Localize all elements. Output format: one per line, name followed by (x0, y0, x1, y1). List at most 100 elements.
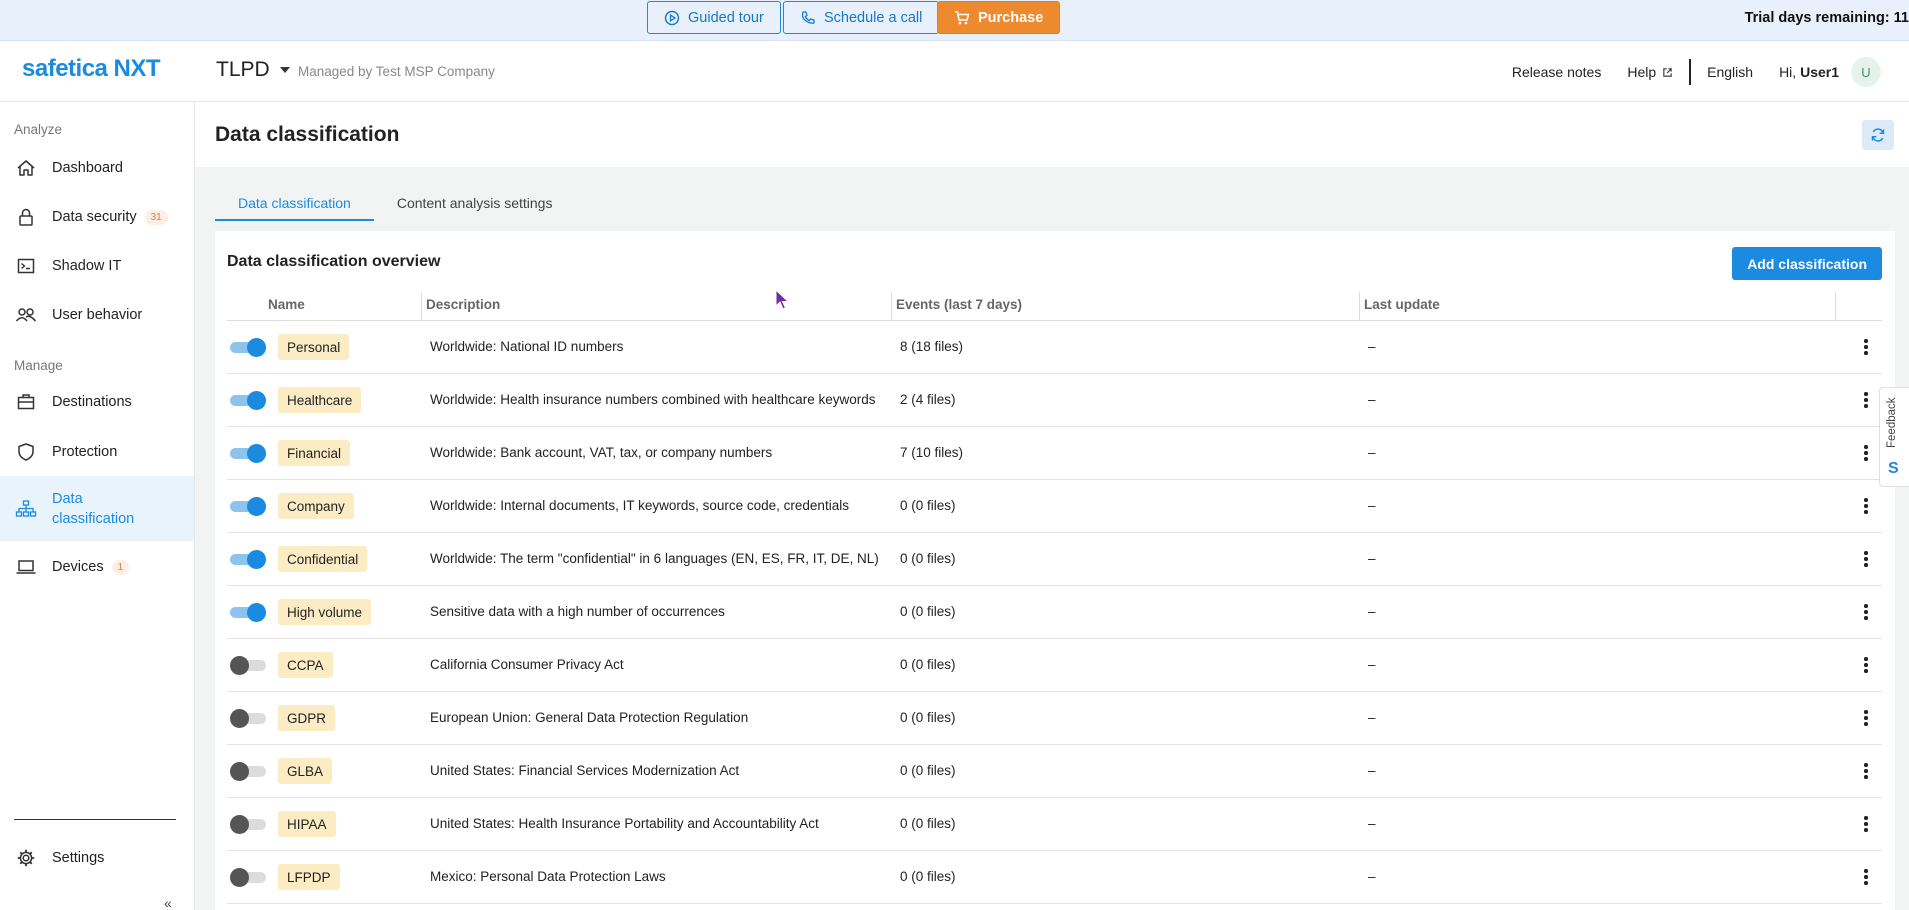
tenant-selector[interactable]: TLPD (216, 58, 290, 82)
column-header-description[interactable]: Description (426, 297, 500, 312)
terminal-icon (15, 255, 37, 277)
user-greeting[interactable]: Hi, User1 (1779, 64, 1839, 80)
guided-tour-button[interactable]: Guided tour (647, 1, 781, 34)
last-update-cell: – (1368, 445, 1376, 460)
avatar[interactable]: U (1851, 57, 1881, 87)
more-options-icon[interactable] (1856, 654, 1876, 676)
refresh-button[interactable] (1862, 120, 1894, 150)
table-row[interactable]: GDPR European Union: General Data Protect… (227, 692, 1882, 745)
column-header-last-update[interactable]: Last update (1364, 297, 1440, 312)
collapse-sidebar-icon[interactable]: « (164, 895, 172, 910)
column-divider[interactable] (1835, 292, 1836, 320)
table-row[interactable]: Healthcare Worldwide: Health insurance nu… (227, 374, 1882, 427)
sidebar-item-devices[interactable]: Devices 1 (0, 546, 194, 588)
enable-toggle[interactable] (230, 497, 266, 516)
toggle-knob (230, 815, 249, 834)
enable-toggle[interactable] (230, 444, 266, 463)
column-divider[interactable] (891, 292, 892, 320)
trial-days-remaining: Trial days remaining: 11 (1744, 10, 1909, 26)
classification-tag[interactable]: Personal (278, 334, 350, 360)
classification-tag[interactable]: Confidential (278, 546, 368, 572)
release-notes-link[interactable]: Release notes (1512, 64, 1602, 80)
more-options-icon[interactable] (1856, 601, 1876, 623)
classification-tag[interactable]: CCPA (278, 652, 333, 678)
classification-tag[interactable]: Company (278, 493, 354, 519)
enable-toggle[interactable] (230, 391, 266, 410)
classification-tag[interactable]: High volume (278, 599, 372, 625)
enable-toggle[interactable] (230, 656, 266, 675)
table-row[interactable]: HIPAA United States: Health Insurance Por… (227, 798, 1882, 851)
tab-content-analysis-settings[interactable]: Content analysis settings (374, 191, 576, 221)
table-row[interactable]: High volume Sensitive data with a high nu… (227, 586, 1882, 639)
sidebar-item-settings[interactable]: Settings (0, 837, 194, 879)
sidebar-item-destinations[interactable]: Destinations (0, 381, 194, 423)
enable-toggle[interactable] (230, 338, 266, 357)
classification-tag[interactable]: Financial (278, 440, 351, 466)
enable-toggle[interactable] (230, 868, 266, 887)
more-options-icon[interactable] (1856, 389, 1876, 411)
toggle-knob (247, 497, 266, 516)
more-options-icon[interactable] (1856, 813, 1876, 835)
managed-by-text: Managed by Test MSP Company (298, 64, 495, 79)
column-divider[interactable] (421, 292, 422, 320)
table-row[interactable]: LFPDP Mexico: Personal Data Protection La… (227, 851, 1882, 904)
sidebar-item-data-security[interactable]: Data security 31 (0, 196, 194, 238)
feedback-tab[interactable]: Feedback S (1879, 387, 1909, 487)
more-options-icon[interactable] (1856, 760, 1876, 782)
safetica-logo[interactable]: safetica NXT (22, 55, 161, 83)
more-options-icon[interactable] (1856, 707, 1876, 729)
enable-toggle[interactable] (230, 709, 266, 728)
classification-tag[interactable]: GDPR (278, 705, 336, 731)
classification-tag[interactable]: Healthcare (278, 387, 362, 413)
toggle-knob (247, 338, 266, 357)
column-divider[interactable] (1359, 292, 1360, 320)
last-update-cell: – (1368, 816, 1376, 831)
cart-icon (955, 10, 970, 24)
enable-toggle[interactable] (230, 762, 266, 781)
more-options-icon[interactable] (1856, 442, 1876, 464)
more-options-icon[interactable] (1856, 866, 1876, 888)
count-badge: 1 (111, 559, 130, 575)
last-update-cell: – (1368, 604, 1376, 619)
classification-tag[interactable]: LFPDP (278, 864, 340, 890)
column-header-events[interactable]: Events (last 7 days) (896, 297, 1022, 312)
table-row[interactable]: GLBA United States: Financial Services Mo… (227, 745, 1882, 798)
description-cell: California Consumer Privacy Act (430, 657, 624, 672)
table-header: Name Description Events (last 7 days) La… (227, 292, 1882, 321)
events-cell: 7 (10 files) (900, 445, 964, 460)
sidebar-item-data-classification[interactable]: Data classification (0, 476, 194, 541)
add-classification-button[interactable]: Add classification (1732, 247, 1882, 280)
sidebar-item-user-behavior[interactable]: User behavior (0, 294, 194, 336)
schedule-call-button[interactable]: Schedule a call (783, 1, 940, 34)
sidebar-item-label: Devices (52, 559, 104, 575)
description-cell: United States: Financial Services Modern… (430, 763, 740, 778)
events-cell: 0 (0 files) (900, 551, 956, 566)
more-options-icon[interactable] (1856, 495, 1876, 517)
table-row[interactable]: Company Worldwide: Internal documents, IT… (227, 480, 1882, 533)
classification-tag[interactable]: GLBA (278, 758, 333, 784)
last-update-cell: – (1368, 339, 1376, 354)
sidebar-item-label: Destinations (52, 394, 132, 410)
classification-card: Data classification overview Add classif… (215, 231, 1895, 910)
enable-toggle[interactable] (230, 550, 266, 569)
table-row[interactable]: Financial Worldwide: Bank account, VAT, t… (227, 427, 1882, 480)
sidebar-item-protection[interactable]: Protection (0, 431, 194, 473)
more-options-icon[interactable] (1856, 548, 1876, 570)
help-link[interactable]: Help (1627, 64, 1673, 80)
trial-banner: Guided tour Schedule a call Purchase Tri… (0, 0, 1909, 41)
classification-tag[interactable]: HIPAA (278, 811, 336, 837)
column-header-name[interactable]: Name (268, 297, 305, 312)
language-selector[interactable]: English (1707, 64, 1753, 80)
tab-data-classification[interactable]: Data classification (215, 191, 374, 221)
enable-toggle[interactable] (230, 603, 266, 622)
purchase-button[interactable]: Purchase (937, 1, 1061, 34)
page-title: Data classification (215, 123, 400, 146)
table-row[interactable]: CCPA California Consumer Privacy Act 0 (0 … (227, 639, 1882, 692)
enable-toggle[interactable] (230, 815, 266, 834)
table-row[interactable]: Personal Worldwide: National ID numbers 8 … (227, 321, 1882, 374)
sidebar-item-dashboard[interactable]: Dashboard (0, 147, 194, 189)
table-row[interactable]: Confidential Worldwide: The term "confide… (227, 533, 1882, 586)
users-icon (15, 304, 37, 326)
sidebar-item-shadow-it[interactable]: Shadow IT (0, 245, 194, 287)
more-options-icon[interactable] (1856, 336, 1876, 358)
